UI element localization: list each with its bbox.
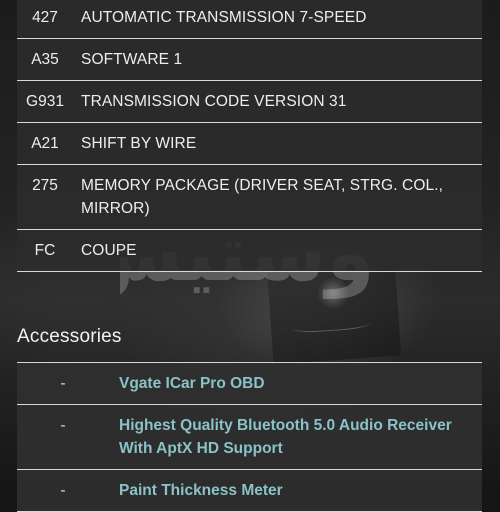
accessory-marker: - [60, 417, 66, 434]
options-table: 427 AUTOMATIC TRANSMISSION 7-SPEED A35 S… [17, 0, 482, 272]
option-description: AUTOMATIC TRANSMISSION 7-SPEED [81, 9, 367, 26]
accessory-marker: - [60, 375, 66, 392]
accessory-row: - Vgate ICar Pro OBD [17, 363, 482, 405]
accessory-marker: - [60, 482, 66, 499]
option-description: SOFTWARE 1 [81, 51, 183, 68]
option-code: 275 [32, 177, 58, 194]
option-row: 427 AUTOMATIC TRANSMISSION 7-SPEED [17, 0, 482, 39]
accessory-link[interactable]: Paint Thickness Meter [109, 470, 291, 511]
option-code: A21 [31, 135, 59, 152]
accessory-row: - Paint Thickness Meter [17, 470, 482, 512]
accessory-row: - Highest Quality Bluetooth 5.0 Audio Re… [17, 405, 482, 470]
option-description: SHIFT BY WIRE [81, 135, 197, 152]
option-description: TRANSMISSION CODE VERSION 31 [81, 93, 347, 110]
option-row: 275 MEMORY PACKAGE (DRIVER SEAT, STRG. C… [17, 165, 482, 230]
option-row: FC COUPE [17, 230, 482, 272]
option-row: G931 TRANSMISSION CODE VERSION 31 [17, 81, 482, 123]
accessory-link[interactable]: Highest Quality Bluetooth 5.0 Audio Rece… [109, 405, 482, 469]
accessories-table: - Vgate ICar Pro OBD - Highest Quality B… [17, 362, 482, 512]
option-code: 427 [32, 9, 58, 26]
option-code: A35 [31, 51, 59, 68]
accessory-link[interactable]: Vgate ICar Pro OBD [109, 363, 273, 404]
option-row: A21 SHIFT BY WIRE [17, 123, 482, 165]
option-code: FC [34, 242, 56, 259]
option-code: G931 [26, 93, 64, 110]
vehicle-details-view: 427 AUTOMATIC TRANSMISSION 7-SPEED A35 S… [0, 0, 500, 512]
accessories-heading: Accessories [17, 326, 122, 347]
option-row: A35 SOFTWARE 1 [17, 39, 482, 81]
option-description: COUPE [81, 242, 137, 259]
option-description: MEMORY PACKAGE (DRIVER SEAT, STRG. COL.,… [81, 177, 444, 217]
